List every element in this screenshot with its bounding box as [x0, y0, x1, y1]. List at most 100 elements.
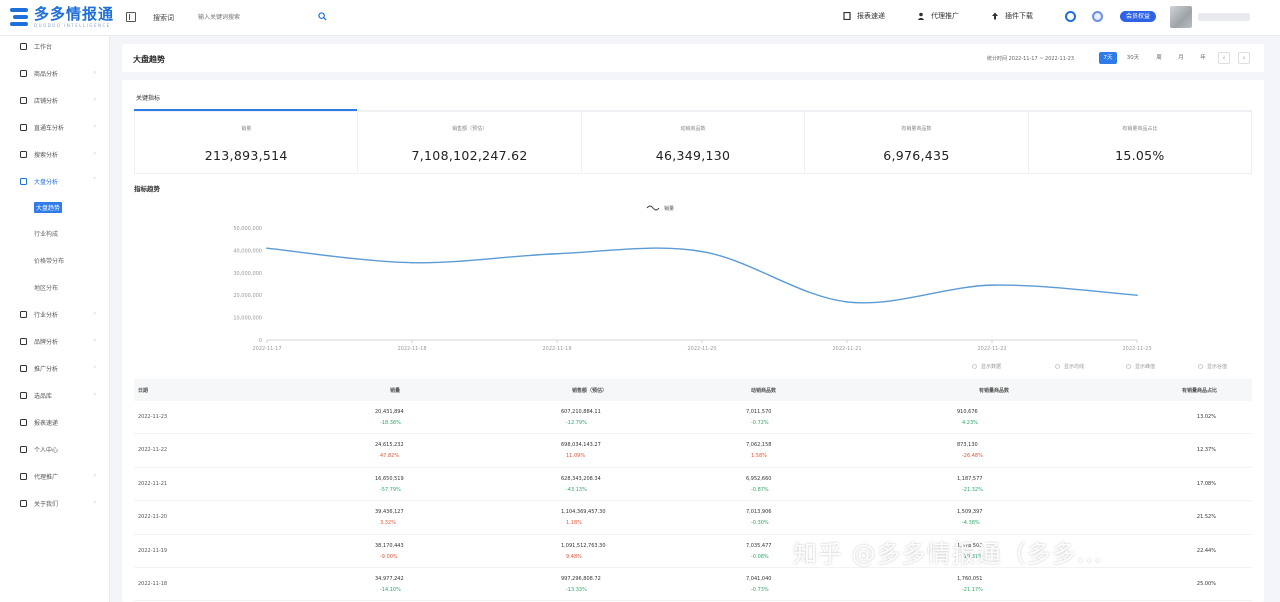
sidebar-subitem-industry-structure[interactable]: 行业构成 — [34, 229, 58, 238]
option-show-average[interactable]: 显示均线 — [1055, 363, 1084, 370]
kpi-value: 15.05% — [1115, 148, 1165, 163]
sidebar-item-product-analysis[interactable]: 商品分析 › — [20, 67, 104, 79]
option-label: 显示数据 — [981, 364, 1002, 370]
kpi-value: 6,976,435 — [883, 148, 950, 163]
document-icon — [843, 12, 851, 20]
tab-key-metrics[interactable]: 关键指标 — [136, 93, 160, 102]
sidebar-item-market-analysis[interactable]: 大盘分析 ˅ — [20, 175, 104, 187]
sidebar-item-promotion-analysis[interactable]: 推广分析 › — [20, 362, 104, 374]
period-month-button[interactable]: 月 — [1174, 52, 1188, 64]
sidebar-item-industry-analysis[interactable]: 行业分析 › — [20, 308, 104, 320]
sidebar-item-label: 商品分析 — [34, 70, 59, 78]
sidebar-item-agent-promotion[interactable]: 代理推广 › — [20, 470, 104, 482]
cell-change: -26.48% — [962, 453, 983, 460]
sidebar-item-ad-analysis[interactable]: 直通车分析 › — [20, 121, 104, 133]
sidebar-item-personal-center[interactable]: 个人中心 — [20, 443, 104, 455]
kpi-active-products[interactable]: 动销商品数 46,349,130 — [581, 111, 806, 174]
chevron-right-icon: › — [93, 69, 96, 76]
column-header[interactable]: 有销量商品占比 — [1182, 387, 1217, 394]
data-point — [1136, 294, 1138, 296]
sidebar-item-workbench[interactable]: 工作台 — [20, 40, 104, 52]
sidebar-item-label: 店铺分析 — [34, 97, 59, 105]
period-year-button[interactable]: 年 — [1196, 52, 1210, 64]
date-range[interactable]: 统计时间 2022-11-17 ~ 2022-11-23 — [987, 55, 1074, 62]
avatar[interactable] — [1170, 6, 1192, 28]
grid-icon — [20, 123, 27, 131]
x-tick-label: 2022-11-21 — [832, 346, 861, 352]
main-panel: 关键指标 销量 213,893,514 销售额（预估） 7,108,102,247.… — [122, 80, 1264, 602]
sidebar-item-label: 品牌分析 — [34, 338, 59, 346]
member-badge[interactable]: 会员权益 — [1120, 11, 1156, 22]
cell-value: 997,296,808.72 — [561, 575, 601, 582]
notification-icon[interactable] — [1065, 11, 1076, 22]
radio-icon — [972, 364, 977, 369]
chevron-right-icon[interactable]: › — [1238, 52, 1250, 64]
sidebar-item-brand-analysis[interactable]: 品牌分析 › — [20, 335, 104, 347]
row-date: 2022-11-18 — [138, 580, 168, 587]
sidebar-toggle-icon[interactable] — [126, 12, 136, 22]
kpi-sales-volume[interactable]: 销量 213,893,514 — [134, 111, 359, 174]
y-tick-label: 10,000,000 — [233, 316, 262, 322]
grid-icon — [20, 337, 27, 345]
chevron-down-icon: ˅ — [93, 177, 96, 184]
report-express-button[interactable]: 报表速递 — [843, 11, 885, 21]
period-7d-button[interactable]: 7天 — [1099, 52, 1117, 64]
message-icon[interactable] — [1092, 11, 1103, 22]
column-header[interactable]: 有销量商品数 — [979, 387, 1009, 394]
grid-icon — [20, 42, 27, 50]
option-show-peak[interactable]: 显示峰值 — [1126, 363, 1155, 370]
column-header[interactable]: 销量 — [390, 387, 400, 394]
kpi-selling-ratio[interactable]: 有销量商品占比 15.05% — [1028, 111, 1253, 174]
cell-change: 3.32% — [380, 520, 396, 527]
kpi-label: 有销量商品数 — [901, 126, 932, 132]
sidebar-item-label: 行业分析 — [34, 311, 59, 319]
search-icon[interactable] — [318, 12, 327, 21]
kpi-label: 有销量商品占比 — [1122, 126, 1158, 132]
kpi-label: 动销商品数 — [680, 126, 706, 132]
kpi-selling-products[interactable]: 有销量商品数 6,976,435 — [805, 111, 1029, 174]
kpi-sales-amount[interactable]: 销售额（预估） 7,108,102,247.62 — [358, 111, 582, 174]
cell-value: 7,062,158 — [746, 442, 772, 449]
app-logo[interactable]: 多多情报通 DUODUO INTELLIGENCE — [10, 6, 114, 28]
sidebar-item-about-us[interactable]: 关于我们 › — [20, 497, 104, 509]
chevron-left-icon[interactable]: ‹ — [1218, 52, 1230, 64]
search-input[interactable] — [198, 9, 334, 26]
agent-promotion-button[interactable]: 代理推广 — [917, 11, 959, 21]
x-tick-label: 2022-11-18 — [397, 346, 426, 352]
cell-change: -57.79% — [380, 486, 401, 493]
row-date: 2022-11-21 — [138, 480, 168, 487]
kpi-value: 46,349,130 — [655, 148, 731, 163]
cell-value: 39,436,127 — [375, 509, 404, 516]
x-tick-label: 2022-11-22 — [977, 346, 1006, 352]
column-header[interactable]: 销售额（预估） — [572, 387, 607, 394]
grid-icon — [20, 364, 27, 372]
option-show-valley[interactable]: 显示谷值 — [1198, 363, 1227, 370]
period-week-button[interactable]: 周 — [1152, 52, 1166, 64]
sidebar-subitem-price-distribution[interactable]: 价格带分布 — [34, 256, 64, 265]
cell-change: -0.87% — [751, 486, 769, 493]
sidebar-item-label: 关于我们 — [34, 500, 59, 508]
column-header[interactable]: 日期 — [138, 387, 148, 394]
chevron-right-icon: › — [93, 310, 96, 317]
username-placeholder[interactable] — [1198, 13, 1250, 21]
grid-icon — [20, 96, 27, 104]
plugin-download-button[interactable]: 插件下载 — [991, 11, 1033, 21]
report-express-label: 报表速递 — [857, 12, 885, 20]
sidebar-item-report-express[interactable]: 报表速递 — [20, 416, 104, 428]
sidebar-subitem-market-trend[interactable]: 大盘趋势 — [34, 202, 63, 213]
sidebar-subitem-region-distribution[interactable]: 地区分布 — [34, 283, 58, 292]
column-header[interactable]: 动销商品数 — [751, 387, 776, 394]
row-date: 2022-11-23 — [138, 414, 168, 420]
grid-icon — [20, 418, 27, 426]
sidebar-item-shop-analysis[interactable]: 店铺分析 › — [20, 94, 104, 106]
option-show-data[interactable]: 显示数据 — [972, 363, 1001, 370]
search-label: 搜索词 — [153, 14, 174, 22]
cell-value: 7,041,040 — [746, 575, 772, 582]
agent-promotion-label: 代理推广 — [931, 12, 959, 20]
sidebar-item-product-library[interactable]: 选品库 › — [20, 389, 104, 401]
sidebar-item-label: 报表速递 — [34, 419, 59, 427]
period-30d-button[interactable]: 30天 — [1123, 52, 1143, 64]
cell-change: -0.08% — [751, 553, 769, 560]
sidebar-item-search-analysis[interactable]: 搜索分析 › — [20, 148, 104, 160]
chevron-right-icon: › — [93, 96, 96, 103]
